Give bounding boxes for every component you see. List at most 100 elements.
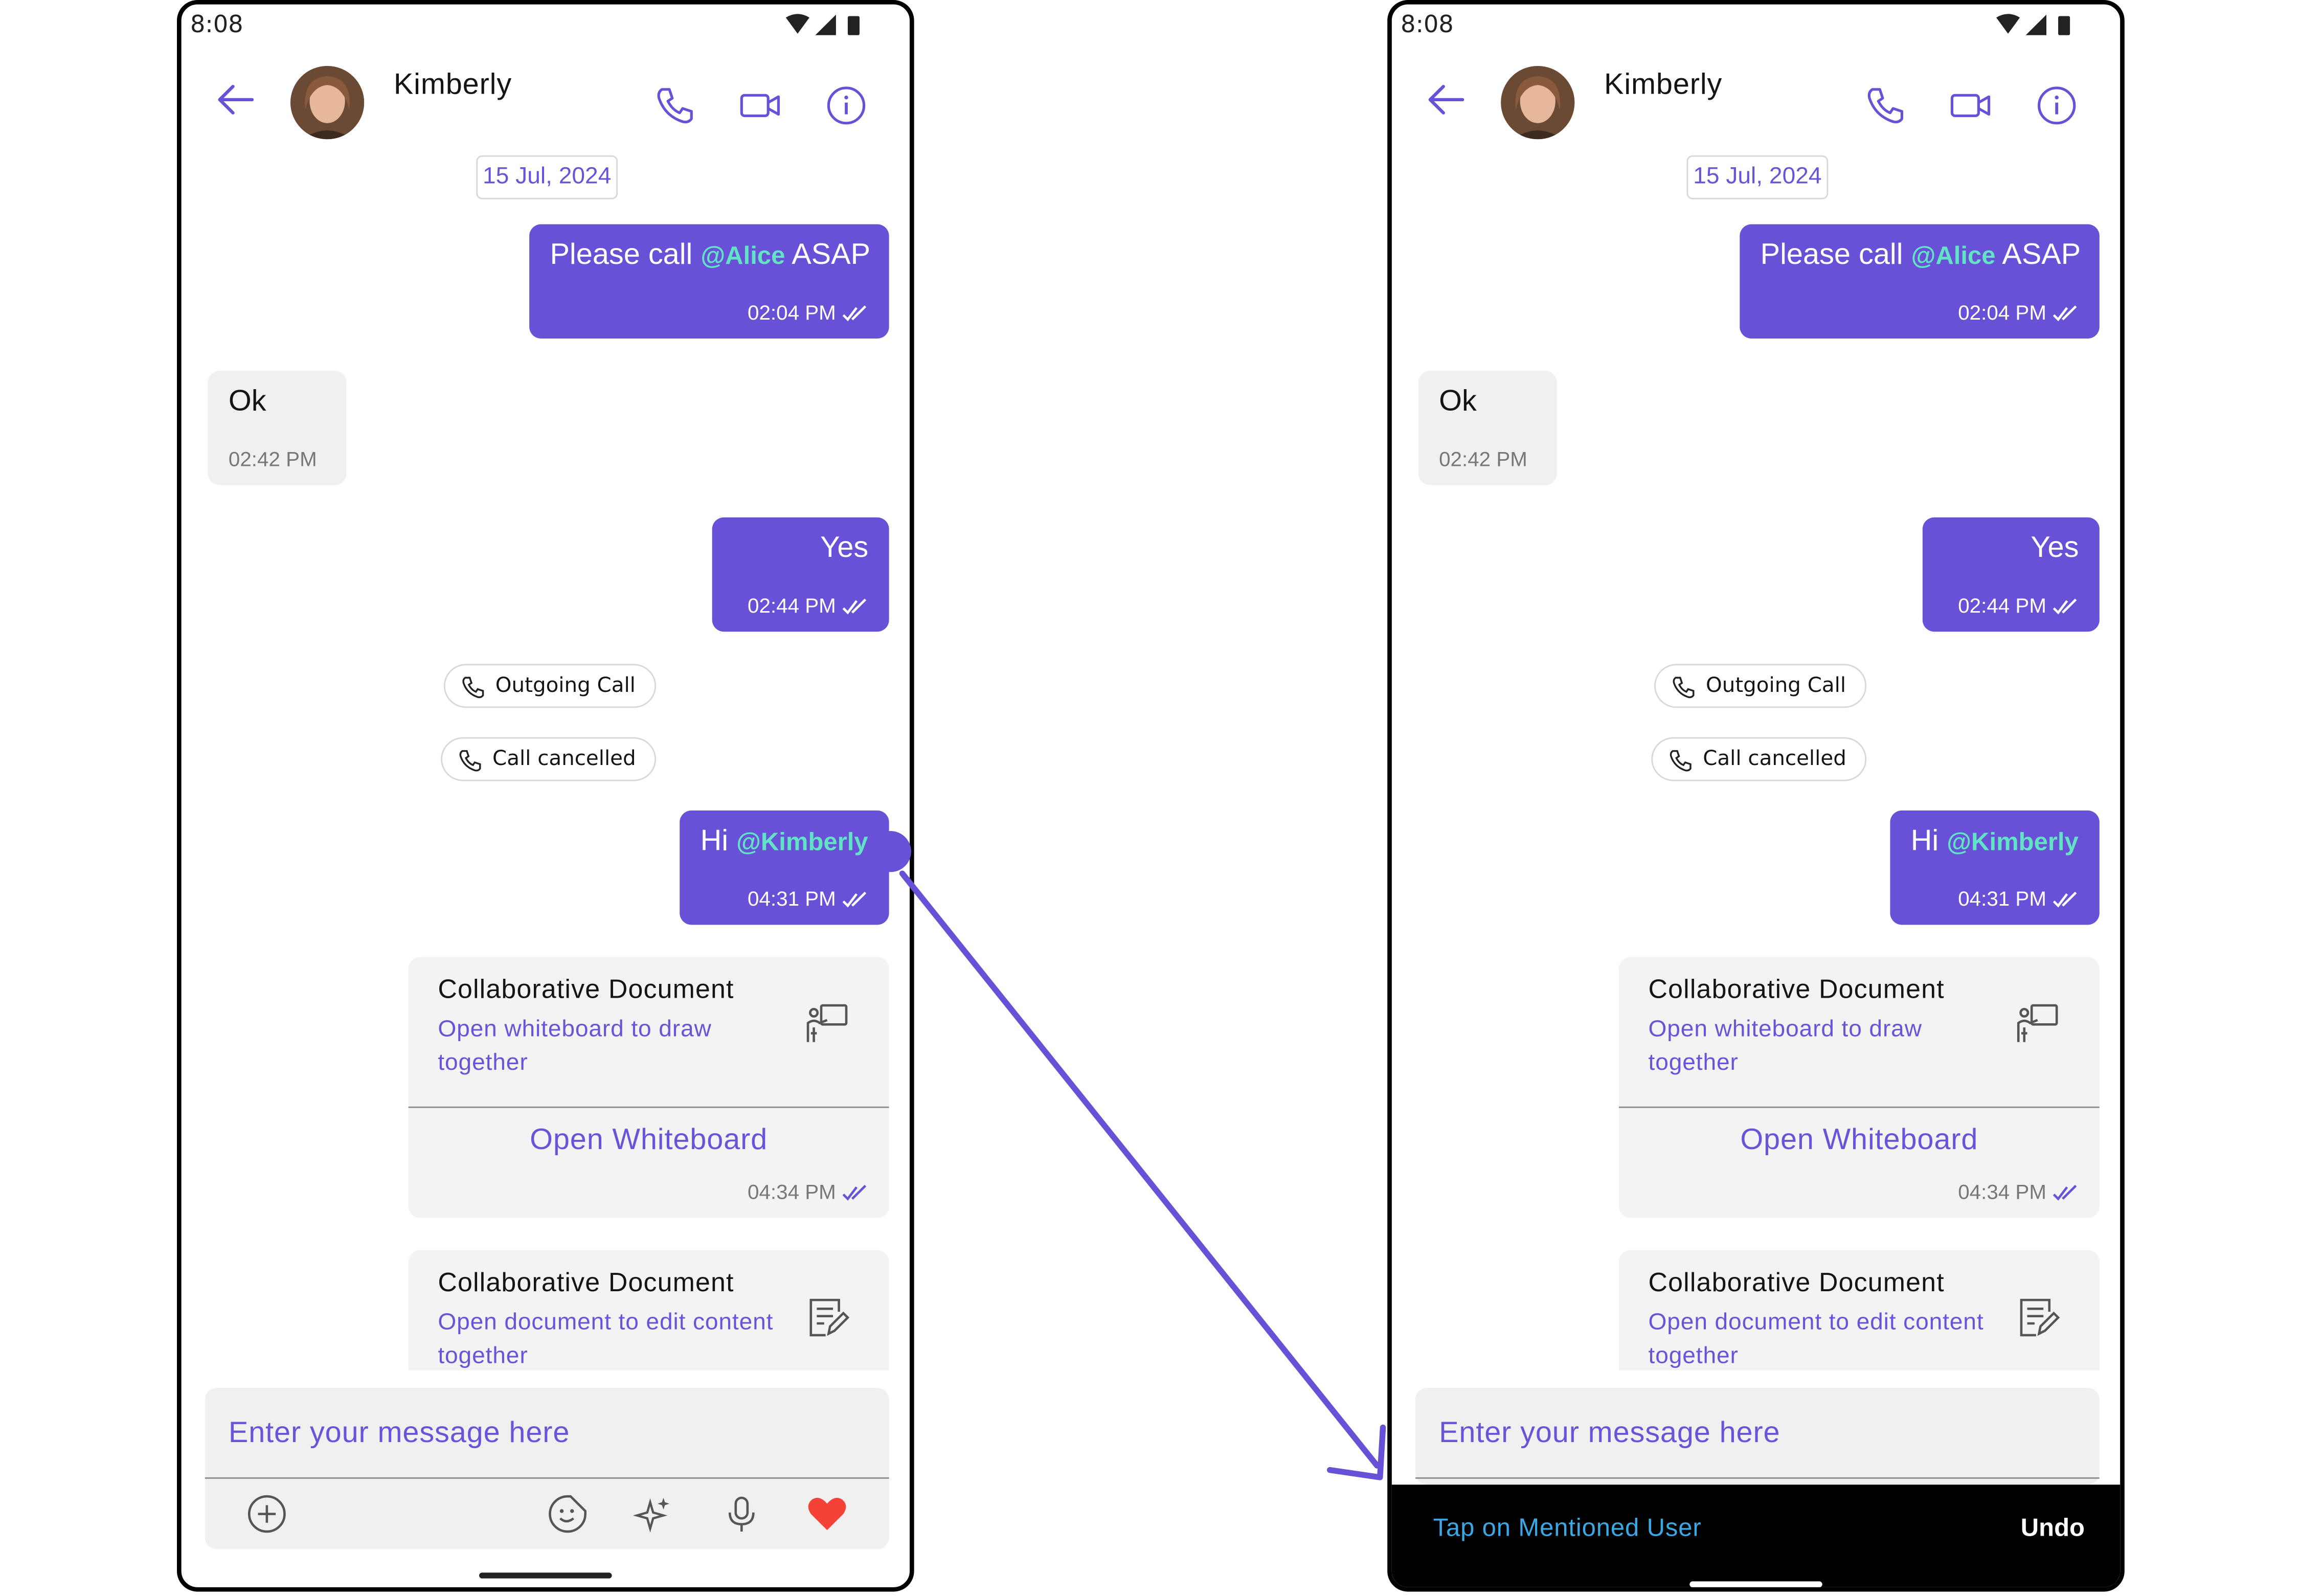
card-divider bbox=[408, 1106, 889, 1108]
card-subtitle: Open whiteboard to draw together bbox=[438, 1017, 712, 1076]
avatar[interactable] bbox=[290, 65, 365, 140]
read-receipt-icon bbox=[842, 1185, 867, 1201]
message-text: Ok bbox=[1439, 385, 1477, 418]
message-time: 02:42 PM bbox=[228, 447, 317, 470]
message-time: 04:31 PM bbox=[1958, 887, 2079, 910]
phone-screen-after: 8:08 Kimberly 15 Jul, 2024 Please call @… bbox=[1387, 0, 2125, 1592]
message-time: 02:44 PM bbox=[1958, 594, 2079, 617]
sticker-icon[interactable] bbox=[547, 1493, 589, 1534]
card-title: Collaborative Document bbox=[1648, 1268, 1945, 1297]
whiteboard-icon bbox=[2017, 1004, 2058, 1042]
call-status-text: Call cancelled bbox=[1703, 747, 1846, 771]
message-text: Hi @Kimberly bbox=[700, 825, 868, 858]
ai-sparkle-icon[interactable] bbox=[633, 1493, 674, 1534]
read-receipt-icon bbox=[2053, 306, 2077, 322]
call-status-chip: Outgoing Call bbox=[1654, 664, 1867, 708]
message-bubble-outgoing[interactable]: Yes 02:44 PM bbox=[1922, 517, 2100, 632]
collaborative-document-card: Collaborative Document Open document to … bbox=[408, 1250, 889, 1370]
mention-alice[interactable]: @Alice bbox=[701, 242, 785, 269]
status-time: 8:08 bbox=[190, 10, 243, 38]
call-status-text: Outgoing Call bbox=[1705, 674, 1846, 698]
call-status-chip: Outgoing Call bbox=[443, 664, 657, 708]
message-bubble-outgoing[interactable]: Yes 02:44 PM bbox=[712, 517, 889, 632]
document-edit-icon bbox=[2020, 1298, 2060, 1337]
collaborative-whiteboard-card: Collaborative Document Open whiteboard t… bbox=[1618, 957, 2100, 1218]
status-icons bbox=[785, 14, 860, 35]
document-edit-icon bbox=[809, 1298, 850, 1337]
status-time: 8:08 bbox=[1401, 10, 1454, 38]
message-time: 04:34 PM bbox=[1958, 1180, 2079, 1203]
back-arrow-icon[interactable] bbox=[1424, 78, 1468, 122]
video-call-icon[interactable] bbox=[1949, 83, 1993, 127]
avatar[interactable] bbox=[1501, 65, 1575, 140]
phone-outgoing-icon bbox=[462, 677, 484, 699]
read-receipt-icon bbox=[2053, 892, 2077, 908]
card-divider bbox=[1618, 1106, 2100, 1108]
microphone-icon[interactable] bbox=[721, 1493, 762, 1534]
arrow-line bbox=[899, 870, 1380, 1469]
add-attachment-icon[interactable] bbox=[246, 1493, 288, 1534]
message-input[interactable]: Enter your message here bbox=[1415, 1388, 2100, 1479]
message-time: 02:42 PM bbox=[1439, 447, 1527, 470]
whiteboard-icon bbox=[806, 1004, 848, 1042]
read-receipt-icon bbox=[842, 892, 867, 908]
mention-alice[interactable]: @Alice bbox=[1911, 242, 1996, 269]
contact-name: Kimberly bbox=[393, 69, 512, 101]
read-receipt-icon bbox=[2053, 1185, 2077, 1201]
call-status-text: Call cancelled bbox=[492, 747, 636, 771]
message-input[interactable]: Enter your message here bbox=[205, 1388, 889, 1479]
date-separator: 15 Jul, 2024 bbox=[1686, 155, 1829, 199]
open-whiteboard-button[interactable]: Open Whiteboard bbox=[409, 1124, 889, 1158]
message-text: Please call @Alice ASAP bbox=[1760, 239, 2081, 272]
call-status-chip: Call cancelled bbox=[1651, 737, 1867, 781]
message-bubble-outgoing[interactable]: Hi @Kimberly 04:31 PM bbox=[1890, 810, 2100, 925]
chat-header: Kimberly bbox=[1392, 57, 2120, 151]
message-time: 04:31 PM bbox=[748, 887, 868, 910]
message-time: 02:44 PM bbox=[748, 594, 868, 617]
collaborative-whiteboard-card: Collaborative Document Open whiteboard t… bbox=[408, 957, 889, 1218]
home-indicator bbox=[479, 1572, 612, 1579]
phone-cancelled-icon bbox=[1670, 750, 1692, 772]
message-time: 02:04 PM bbox=[748, 301, 868, 324]
phone-cancelled-icon bbox=[459, 750, 481, 772]
open-whiteboard-button[interactable]: Open Whiteboard bbox=[1619, 1124, 2100, 1158]
read-receipt-icon bbox=[2053, 599, 2077, 615]
contact-name: Kimberly bbox=[1604, 69, 1723, 101]
phone-screen-before: 8:08 Kimberly 15 Jul, 2024 Please call @… bbox=[176, 0, 914, 1592]
phone-call-icon[interactable] bbox=[653, 83, 697, 127]
snackbar: Tap on Mentioned User Undo bbox=[1391, 1485, 2121, 1587]
message-bubble-incoming[interactable]: Ok 02:42 PM bbox=[1418, 371, 1557, 485]
message-bubble-outgoing[interactable]: Please call @Alice ASAP 02:04 PM bbox=[529, 224, 889, 339]
mention-kimberly[interactable]: @Kimberly bbox=[1947, 828, 2079, 856]
video-call-icon[interactable] bbox=[739, 83, 783, 127]
card-subtitle: Open document to edit content together bbox=[1648, 1310, 1984, 1369]
message-input-placeholder: Enter your message here bbox=[228, 1417, 570, 1450]
read-receipt-icon bbox=[842, 306, 867, 322]
message-time: 04:34 PM bbox=[748, 1180, 868, 1203]
status-bar: 8:08 bbox=[182, 5, 910, 49]
phone-outgoing-icon bbox=[1673, 677, 1695, 699]
message-text: Yes bbox=[2031, 532, 2079, 565]
message-bubble-incoming[interactable]: Ok 02:42 PM bbox=[208, 371, 347, 485]
read-receipt-icon bbox=[842, 599, 867, 615]
info-icon[interactable] bbox=[2035, 83, 2079, 127]
message-text: Please call @Alice ASAP bbox=[550, 239, 871, 272]
card-subtitle: Open whiteboard to draw together bbox=[1648, 1017, 1922, 1076]
arrow-head bbox=[1326, 1424, 1386, 1480]
info-icon[interactable] bbox=[824, 83, 868, 127]
home-indicator bbox=[1689, 1581, 1822, 1587]
back-arrow-icon[interactable] bbox=[214, 78, 258, 122]
message-composer: Enter your message here bbox=[1415, 1388, 2100, 1485]
undo-button[interactable]: Undo bbox=[2021, 1514, 2085, 1543]
chat-header: Kimberly bbox=[182, 57, 910, 151]
mention-kimberly[interactable]: @Kimberly bbox=[736, 828, 868, 856]
message-bubble-outgoing[interactable]: Please call @Alice ASAP 02:04 PM bbox=[1740, 224, 2100, 339]
heart-reaction-icon[interactable] bbox=[806, 1493, 848, 1534]
message-bubble-outgoing[interactable]: Hi @Kimberly 04:31 PM bbox=[680, 810, 889, 925]
collaborative-document-card: Collaborative Document Open document to … bbox=[1618, 1250, 2100, 1370]
message-text: Hi @Kimberly bbox=[1910, 825, 2079, 858]
snackbar-message: Tap on Mentioned User bbox=[1433, 1514, 1702, 1542]
status-bar: 8:08 bbox=[1392, 5, 2120, 49]
message-time: 02:04 PM bbox=[1958, 301, 2079, 324]
phone-call-icon[interactable] bbox=[1863, 83, 1907, 127]
